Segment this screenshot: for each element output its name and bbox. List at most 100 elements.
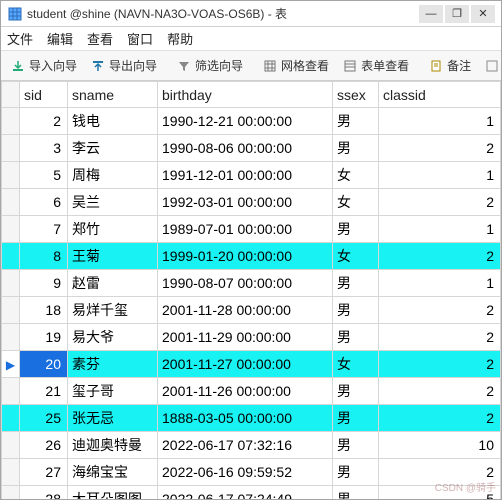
cell-classid[interactable]: 2	[379, 243, 501, 270]
menu-help[interactable]: 帮助	[167, 29, 193, 48]
cell-sname[interactable]: 易烊千玺	[68, 297, 158, 324]
cell-sname[interactable]: 张无忌	[68, 405, 158, 432]
cell-sname[interactable]: 素芬	[68, 351, 158, 378]
cell-ssex[interactable]: 男	[333, 459, 379, 486]
cell-sid[interactable]: 20	[20, 351, 68, 378]
cell-birthday[interactable]: 2022-06-17 07:32:16	[158, 432, 333, 459]
table-row[interactable]: 9赵雷1990-08-07 00:00:00男1	[2, 270, 501, 297]
cell-sid[interactable]: 2	[20, 108, 68, 135]
hex-button[interactable]: 十六进制	[479, 55, 501, 76]
cell-classid[interactable]: 2	[379, 378, 501, 405]
col-ssex[interactable]: ssex	[333, 82, 379, 108]
cell-sname[interactable]: 海绵宝宝	[68, 459, 158, 486]
minimize-button[interactable]: —	[419, 5, 443, 23]
cell-sname[interactable]: 吴兰	[68, 189, 158, 216]
cell-sname[interactable]: 易大爷	[68, 324, 158, 351]
cell-ssex[interactable]: 男	[333, 378, 379, 405]
cell-sname[interactable]: 赵雷	[68, 270, 158, 297]
cell-classid[interactable]: 10	[379, 432, 501, 459]
cell-sname[interactable]: 王菊	[68, 243, 158, 270]
cell-sid[interactable]: 19	[20, 324, 68, 351]
filter-wizard-button[interactable]: 筛选向导	[171, 55, 249, 76]
cell-ssex[interactable]: 男	[333, 270, 379, 297]
cell-ssex[interactable]: 男	[333, 432, 379, 459]
cell-ssex[interactable]: 女	[333, 351, 379, 378]
cell-sid[interactable]: 3	[20, 135, 68, 162]
menu-view[interactable]: 查看	[87, 29, 113, 48]
cell-ssex[interactable]: 男	[333, 108, 379, 135]
cell-sid[interactable]: 8	[20, 243, 68, 270]
cell-sname[interactable]: 玺子哥	[68, 378, 158, 405]
col-birthday[interactable]: birthday	[158, 82, 333, 108]
table-row[interactable]: 6吴兰1992-03-01 00:00:00女2	[2, 189, 501, 216]
table-row[interactable]: 3李云1990-08-06 00:00:00男2	[2, 135, 501, 162]
cell-classid[interactable]: 1	[379, 108, 501, 135]
cell-birthday[interactable]: 2001-11-28 00:00:00	[158, 297, 333, 324]
cell-sid[interactable]: 18	[20, 297, 68, 324]
cell-birthday[interactable]: 1989-07-01 00:00:00	[158, 216, 333, 243]
table-row[interactable]: 8王菊1999-01-20 00:00:00女2	[2, 243, 501, 270]
import-wizard-button[interactable]: 导入向导	[5, 55, 83, 76]
cell-classid[interactable]: 2	[379, 324, 501, 351]
menu-file[interactable]: 文件	[7, 29, 33, 48]
cell-birthday[interactable]: 1990-08-06 00:00:00	[158, 135, 333, 162]
col-classid[interactable]: classid	[379, 82, 501, 108]
table-row[interactable]: 27海绵宝宝2022-06-16 09:59:52男2	[2, 459, 501, 486]
cell-classid[interactable]: 2	[379, 189, 501, 216]
cell-ssex[interactable]: 男	[333, 324, 379, 351]
cell-ssex[interactable]: 男	[333, 405, 379, 432]
cell-sname[interactable]: 周梅	[68, 162, 158, 189]
table-row[interactable]: 21玺子哥2001-11-26 00:00:00男2	[2, 378, 501, 405]
cell-classid[interactable]: 2	[379, 351, 501, 378]
cell-classid[interactable]: 1	[379, 216, 501, 243]
cell-birthday[interactable]: 2022-06-17 07:24:49	[158, 486, 333, 500]
cell-classid[interactable]: 1	[379, 162, 501, 189]
col-sid[interactable]: sid	[20, 82, 68, 108]
col-sname[interactable]: sname	[68, 82, 158, 108]
data-grid[interactable]: sid sname birthday ssex classid 2钱电1990-…	[1, 81, 501, 499]
cell-sid[interactable]: 9	[20, 270, 68, 297]
cell-sname[interactable]: 大耳朵图图	[68, 486, 158, 500]
cell-birthday[interactable]: 2001-11-26 00:00:00	[158, 378, 333, 405]
table-row[interactable]: ▶20素芬2001-11-27 00:00:00女2	[2, 351, 501, 378]
cell-sid[interactable]: 5	[20, 162, 68, 189]
maximize-button[interactable]: ❐	[445, 5, 469, 23]
cell-sname[interactable]: 迪迦奥特曼	[68, 432, 158, 459]
cell-ssex[interactable]: 女	[333, 189, 379, 216]
cell-birthday[interactable]: 1991-12-01 00:00:00	[158, 162, 333, 189]
table-row[interactable]: 7郑竹1989-07-01 00:00:00男1	[2, 216, 501, 243]
titlebar[interactable]: student @shine (NAVN-NA3O-VOAS-OS6B) - 表…	[1, 1, 501, 27]
cell-ssex[interactable]: 男	[333, 297, 379, 324]
memo-button[interactable]: 备注	[423, 55, 477, 76]
table-row[interactable]: 26迪迦奥特曼2022-06-17 07:32:16男10	[2, 432, 501, 459]
cell-birthday[interactable]: 1990-12-21 00:00:00	[158, 108, 333, 135]
menu-edit[interactable]: 编辑	[47, 29, 73, 48]
cell-birthday[interactable]: 2022-06-16 09:59:52	[158, 459, 333, 486]
form-view-button[interactable]: 表单查看	[337, 55, 415, 76]
cell-birthday[interactable]: 2001-11-27 00:00:00	[158, 351, 333, 378]
menu-window[interactable]: 窗口	[127, 29, 153, 48]
cell-birthday[interactable]: 1999-01-20 00:00:00	[158, 243, 333, 270]
cell-sname[interactable]: 李云	[68, 135, 158, 162]
cell-sid[interactable]: 6	[20, 189, 68, 216]
table-row[interactable]: 25张无忌1888-03-05 00:00:00男2	[2, 405, 501, 432]
cell-ssex[interactable]: 男	[333, 135, 379, 162]
table-row[interactable]: 19易大爷2001-11-29 00:00:00男2	[2, 324, 501, 351]
cell-sname[interactable]: 钱电	[68, 108, 158, 135]
cell-ssex[interactable]: 女	[333, 243, 379, 270]
table-row[interactable]: 18易烊千玺2001-11-28 00:00:00男2	[2, 297, 501, 324]
cell-birthday[interactable]: 1992-03-01 00:00:00	[158, 189, 333, 216]
cell-ssex[interactable]: 男	[333, 216, 379, 243]
cell-ssex[interactable]: 女	[333, 162, 379, 189]
cell-ssex[interactable]: 男	[333, 486, 379, 500]
table-row[interactable]: 28大耳朵图图2022-06-17 07:24:49男5	[2, 486, 501, 500]
cell-birthday[interactable]: 1888-03-05 00:00:00	[158, 405, 333, 432]
table-row[interactable]: 2钱电1990-12-21 00:00:00男1	[2, 108, 501, 135]
cell-sid[interactable]: 27	[20, 459, 68, 486]
cell-birthday[interactable]: 1990-08-07 00:00:00	[158, 270, 333, 297]
cell-sname[interactable]: 郑竹	[68, 216, 158, 243]
cell-classid[interactable]: 2	[379, 135, 501, 162]
cell-sid[interactable]: 28	[20, 486, 68, 500]
cell-sid[interactable]: 25	[20, 405, 68, 432]
cell-classid[interactable]: 2	[379, 405, 501, 432]
